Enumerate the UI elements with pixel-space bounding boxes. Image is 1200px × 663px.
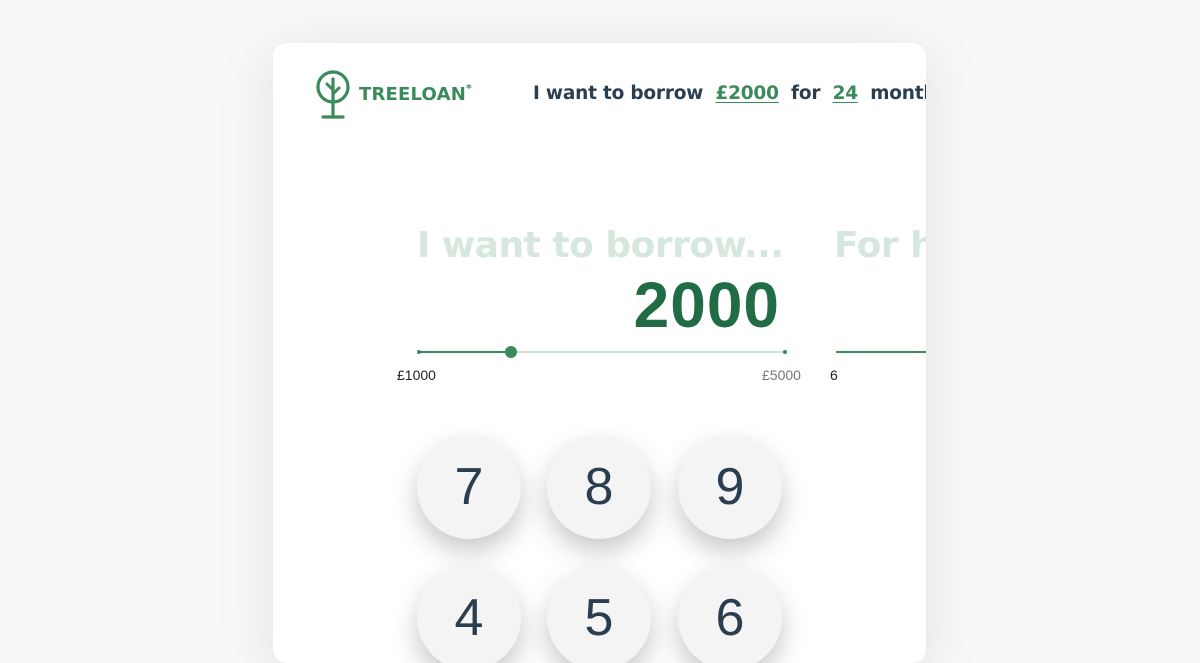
loan-summary: I want to borrow £2000 for 24 months bbox=[533, 83, 926, 104]
borrow-min-label: £1000 bbox=[397, 367, 436, 383]
term-min-label: 6 bbox=[830, 367, 838, 383]
borrow-max-label: £5000 bbox=[762, 367, 801, 383]
borrow-slider-thumb[interactable] bbox=[504, 346, 517, 358]
amount-link[interactable]: £2000 bbox=[715, 83, 779, 104]
summary-middle: for bbox=[791, 83, 821, 104]
slider-start-dot bbox=[417, 350, 421, 354]
keypad-key-6[interactable]: 6 bbox=[678, 566, 782, 663]
term-heading: For h bbox=[834, 225, 926, 266]
borrow-amount-display: 2000 bbox=[633, 269, 780, 341]
tree-icon bbox=[315, 70, 351, 120]
keypad-key-8[interactable]: 8 bbox=[547, 435, 651, 539]
keypad-key-9[interactable]: 9 bbox=[678, 435, 782, 539]
brand-mark: * bbox=[465, 81, 472, 95]
summary-prefix: I want to borrow bbox=[533, 83, 704, 104]
keypad-key-4[interactable]: 4 bbox=[417, 566, 521, 663]
term-slider[interactable] bbox=[836, 351, 926, 353]
loan-calculator-card: TREELOAN* I want to borrow £2000 for 24 … bbox=[273, 43, 926, 663]
borrow-slider[interactable] bbox=[417, 346, 787, 358]
brand-logo[interactable]: TREELOAN* bbox=[315, 70, 472, 120]
keypad-key-7[interactable]: 7 bbox=[417, 435, 521, 539]
slider-end-dot bbox=[783, 350, 787, 354]
term-link[interactable]: 24 bbox=[833, 83, 859, 104]
borrow-slider-fill bbox=[419, 351, 511, 353]
summary-suffix: months bbox=[870, 83, 926, 104]
borrow-heading: I want to borrow... bbox=[417, 225, 784, 266]
brand-name: TREELOAN* bbox=[359, 81, 472, 105]
keypad-key-5[interactable]: 5 bbox=[547, 566, 651, 663]
